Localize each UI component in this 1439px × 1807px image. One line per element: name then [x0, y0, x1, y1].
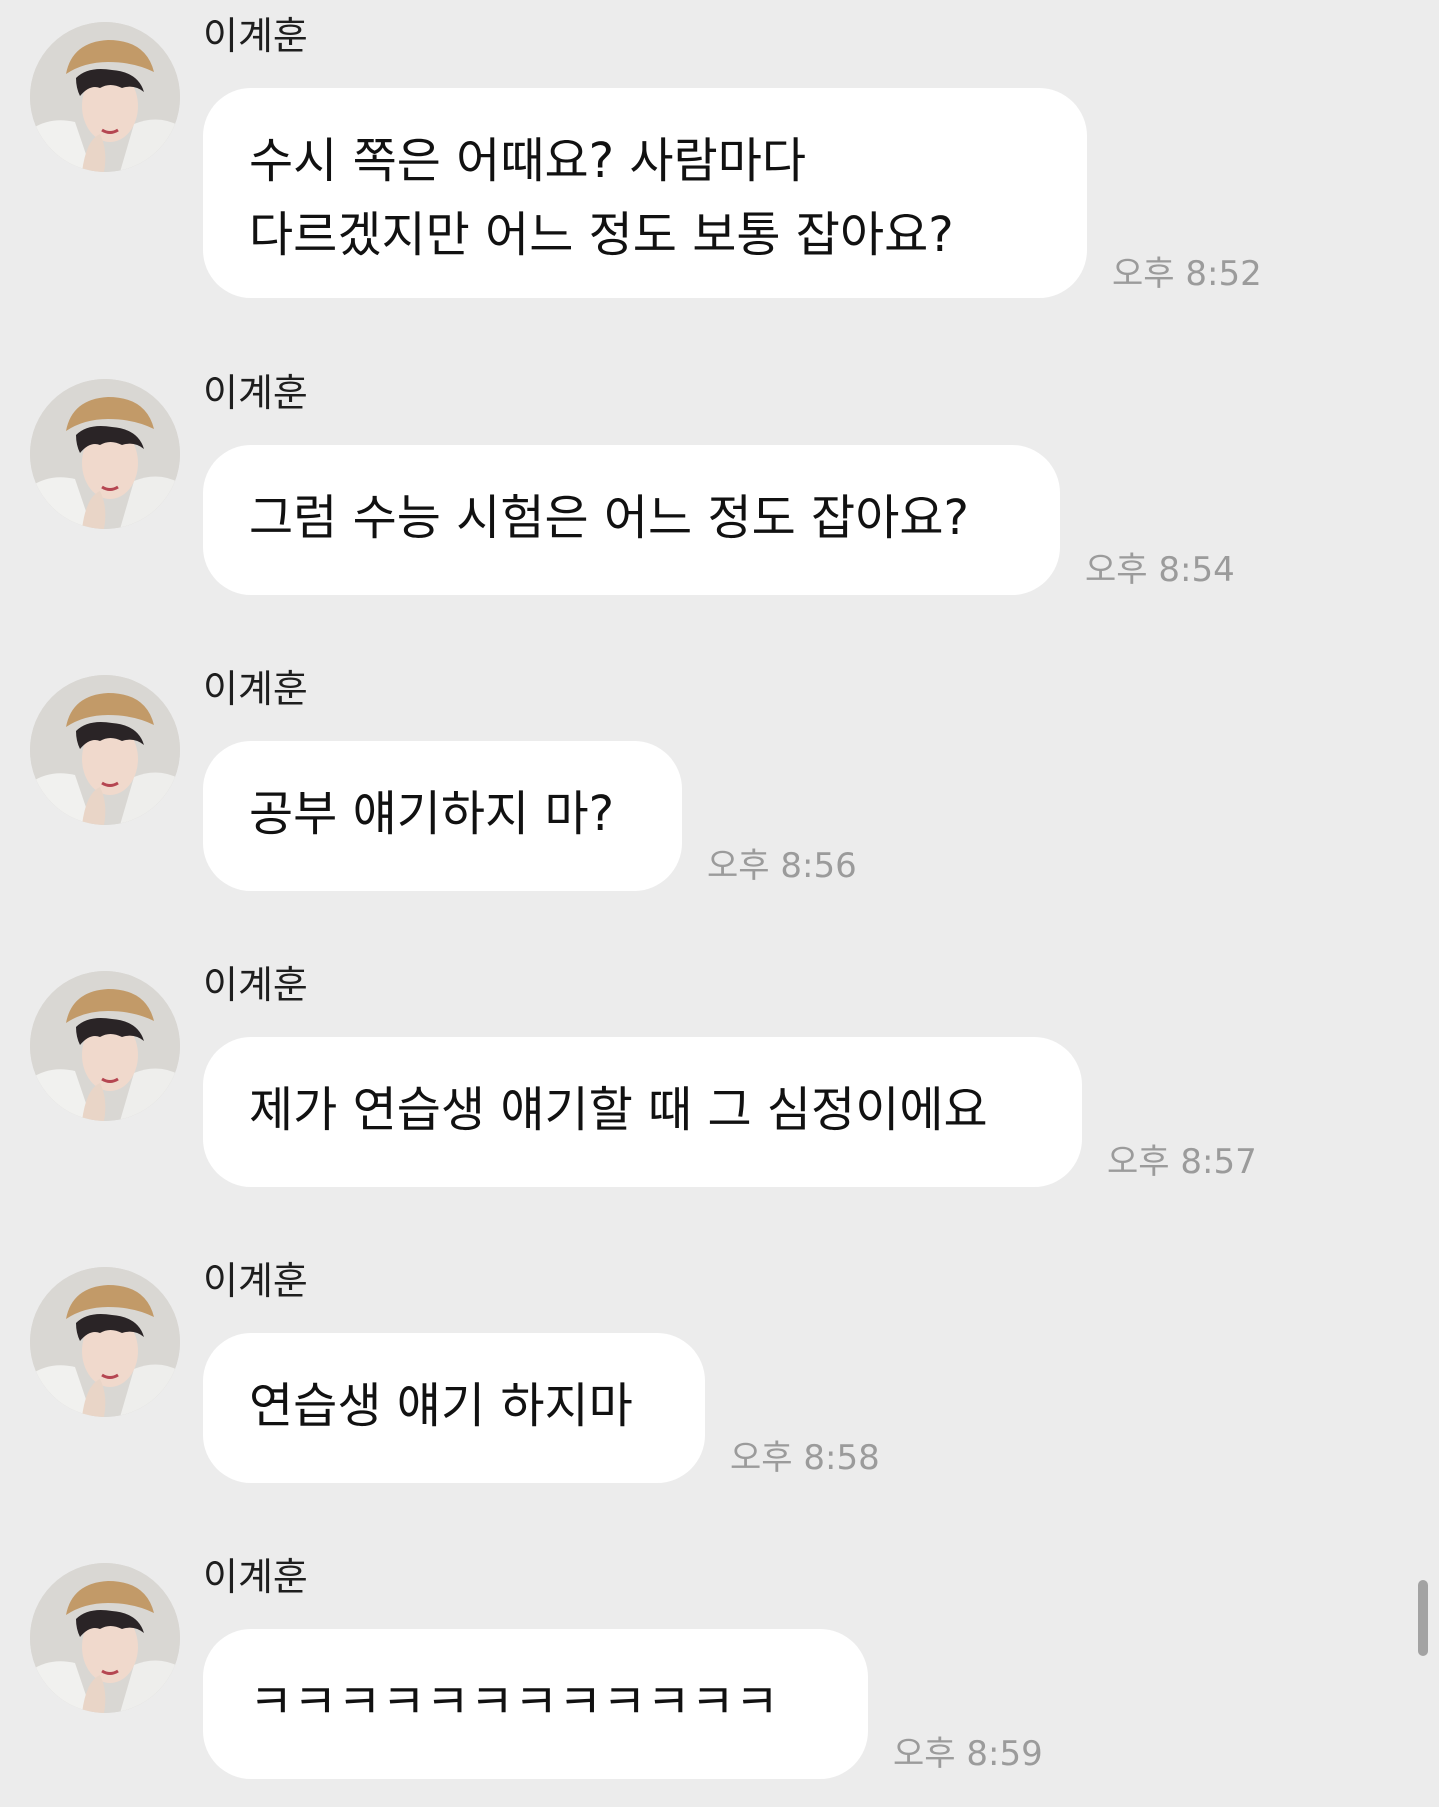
- chat-message: 이계훈 수시 쪽은 어때요? 사람마다 다르겠지만 어느 정도 보통 잡아요? …: [0, 0, 1439, 310]
- profile-photo-icon: [30, 22, 180, 172]
- message-text-line: 그럼 수능 시험은 어느 정도 잡아요?: [249, 490, 970, 546]
- scrollbar-thumb[interactable]: [1418, 1580, 1428, 1656]
- sender-name: 이계훈: [203, 14, 308, 58]
- message-text-line: 다르겠지만 어느 정도 보통 잡아요?: [249, 207, 954, 263]
- message-timestamp: 오후 8:54: [1085, 550, 1235, 590]
- avatar[interactable]: [30, 379, 180, 529]
- profile-photo-icon: [30, 1267, 180, 1417]
- sender-name: 이계훈: [203, 371, 308, 415]
- sender-name: 이계훈: [203, 1555, 308, 1599]
- profile-photo-icon: [30, 379, 180, 529]
- profile-photo-icon: [30, 675, 180, 825]
- message-bubble[interactable]: 그럼 수능 시험은 어느 정도 잡아요?: [203, 445, 1060, 595]
- message-text-line: 공부 얘기하지 마?: [249, 786, 615, 842]
- chat-message: 이계훈 제가 연습생 얘기할 때 그 심정이에요 오후 8:57: [0, 949, 1439, 1199]
- avatar[interactable]: [30, 1267, 180, 1417]
- message-text-line: ㅋㅋㅋㅋㅋㅋㅋㅋㅋㅋㅋㅋ: [249, 1674, 779, 1730]
- profile-photo-icon: [30, 971, 180, 1121]
- profile-photo-icon: [30, 1563, 180, 1713]
- message-bubble[interactable]: 제가 연습생 얘기할 때 그 심정이에요: [203, 1037, 1082, 1187]
- message-timestamp: 오후 8:56: [707, 846, 857, 886]
- message-bubble[interactable]: 수시 쪽은 어때요? 사람마다 다르겠지만 어느 정도 보통 잡아요?: [203, 88, 1087, 298]
- chat-message: 이계훈 그럼 수능 시험은 어느 정도 잡아요? 오후 8:54: [0, 357, 1439, 607]
- message-bubble[interactable]: 공부 얘기하지 마?: [203, 741, 682, 891]
- message-timestamp: 오후 8:57: [1107, 1142, 1257, 1182]
- avatar[interactable]: [30, 1563, 180, 1713]
- message-text-line: 연습생 얘기 하지마: [249, 1378, 633, 1434]
- chat-message: 이계훈 공부 얘기하지 마? 오후 8:56: [0, 653, 1439, 903]
- message-text-line: 수시 쪽은 어때요? 사람마다: [249, 133, 807, 189]
- avatar[interactable]: [30, 22, 180, 172]
- sender-name: 이계훈: [203, 667, 308, 711]
- chat-message: 이계훈 연습생 얘기 하지마 오후 8:58: [0, 1245, 1439, 1495]
- message-timestamp: 오후 8:58: [730, 1438, 880, 1478]
- message-bubble[interactable]: ㅋㅋㅋㅋㅋㅋㅋㅋㅋㅋㅋㅋ: [203, 1629, 868, 1779]
- chat-message-list[interactable]: 이계훈 수시 쪽은 어때요? 사람마다 다르겠지만 어느 정도 보통 잡아요? …: [0, 0, 1439, 1807]
- message-timestamp: 오후 8:52: [1112, 254, 1262, 294]
- avatar[interactable]: [30, 971, 180, 1121]
- sender-name: 이계훈: [203, 1259, 308, 1303]
- message-bubble[interactable]: 연습생 얘기 하지마: [203, 1333, 705, 1483]
- avatar[interactable]: [30, 675, 180, 825]
- message-text-line: 제가 연습생 얘기할 때 그 심정이에요: [249, 1082, 988, 1138]
- chat-message: 이계훈 ㅋㅋㅋㅋㅋㅋㅋㅋㅋㅋㅋㅋ 오후 8:59: [0, 1541, 1439, 1807]
- message-timestamp: 오후 8:59: [893, 1734, 1043, 1774]
- sender-name: 이계훈: [203, 963, 308, 1007]
